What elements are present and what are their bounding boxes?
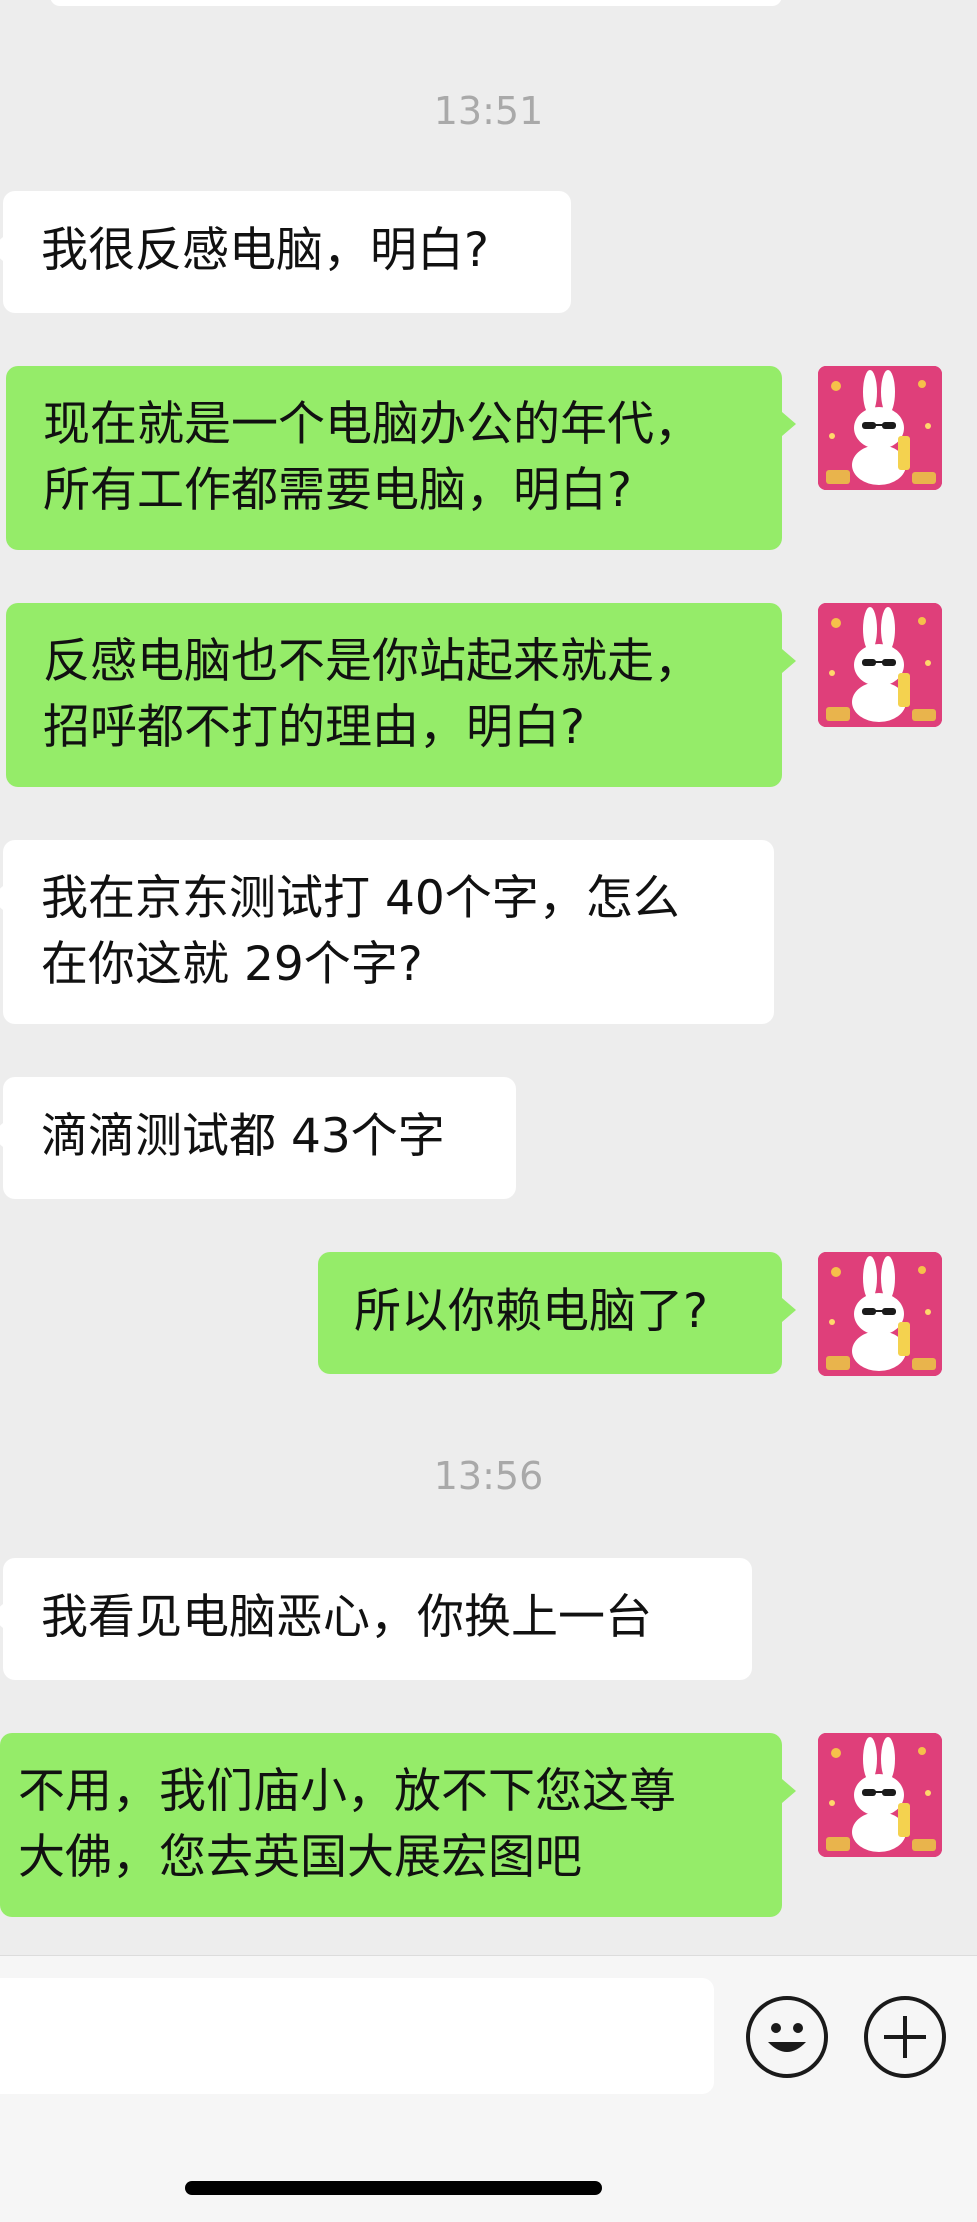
message-text: 我看见电脑恶心，你换上一台 (41, 1590, 652, 1645)
message-bubble-outgoing[interactable]: 所以你赖电脑了? (318, 1252, 796, 1374)
message-text: 滴滴测试都 43个字 (41, 1109, 445, 1164)
rabbit-sunglasses-avatar-icon (818, 603, 942, 727)
user-avatar[interactable] (818, 366, 942, 490)
message-bubble-outgoing[interactable]: 不用，我们庙小，放不下您这尊 大佛，您去英国大展宏图吧 (0, 1733, 796, 1917)
chat-area[interactable]: 13:51 我很反感电脑，明白? 现在就是一个电脑办公的年代， 所有工作都需要电… (0, 0, 977, 1955)
previous-message-bubble (50, 0, 782, 6)
message-text: 我在京东测试打 40个字，怎么 (41, 871, 680, 926)
home-indicator (185, 2181, 602, 2195)
user-avatar[interactable] (818, 1252, 942, 1376)
user-avatar[interactable] (818, 603, 942, 727)
message-text: 在你这就 29个字? (41, 937, 423, 992)
message-bubble-incoming[interactable]: 我看见电脑恶心，你换上一台 (0, 1558, 752, 1680)
message-text: 所以你赖电脑了? (354, 1284, 708, 1339)
timestamp: 13:51 (433, 89, 544, 133)
message-input[interactable] (0, 1978, 714, 2094)
message-text: 所有工作都需要电脑，明白? (43, 463, 632, 518)
input-bar (0, 1955, 977, 2222)
rabbit-sunglasses-avatar-icon (818, 1252, 942, 1376)
plus-circle-icon (884, 2016, 926, 2058)
message-bubble-incoming[interactable]: 我在京东测试打 40个字，怎么 在你这就 29个字? (0, 840, 774, 1024)
emoji-button[interactable] (746, 1996, 828, 2078)
message-text: 现在就是一个电脑办公的年代， (43, 397, 701, 452)
message-text: 不用，我们庙小，放不下您这尊 (18, 1764, 676, 1819)
message-text: 大佛，您去英国大展宏图吧 (18, 1830, 582, 1885)
timestamp: 13:56 (433, 1454, 544, 1498)
message-text: 招呼都不打的理由，明白? (43, 700, 585, 755)
message-text: 我很反感电脑，明白? (41, 223, 489, 278)
message-bubble-outgoing[interactable]: 现在就是一个电脑办公的年代， 所有工作都需要电脑，明白? (6, 366, 796, 550)
rabbit-sunglasses-avatar-icon (818, 1733, 942, 1857)
more-options-button[interactable] (864, 1996, 946, 2078)
rabbit-sunglasses-avatar-icon (818, 366, 942, 490)
message-bubble-incoming[interactable]: 我很反感电脑，明白? (0, 191, 571, 313)
message-text: 反感电脑也不是你站起来就走， (43, 634, 701, 689)
smiley-face-icon (768, 2023, 806, 2052)
message-bubble-outgoing[interactable]: 反感电脑也不是你站起来就走， 招呼都不打的理由，明白? (6, 603, 796, 787)
user-avatar[interactable] (818, 1733, 942, 1857)
message-bubble-incoming[interactable]: 滴滴测试都 43个字 (0, 1077, 516, 1199)
